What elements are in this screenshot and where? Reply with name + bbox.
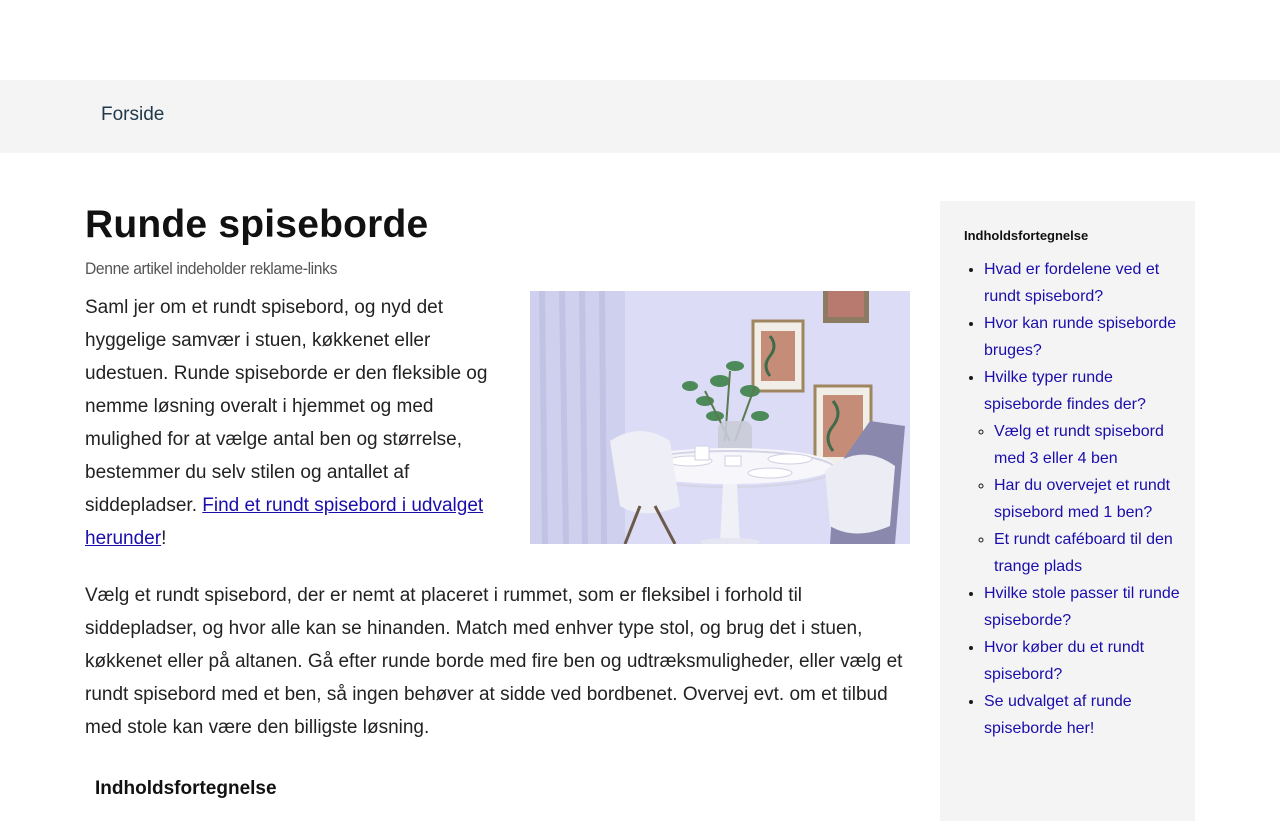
dining-table-image [530,291,910,544]
toc-link-cafebord[interactable]: Et rundt caféboard til den trange plads [994,531,1173,575]
toc-link-koeb[interactable]: Hvor køber du et rundt spisebord? [984,639,1144,683]
nav-item-forside[interactable]: Forside [101,104,164,126]
toc-subitem: Har du overvejet et rundt spisebord med … [994,472,1184,526]
toc-subitem: Et rundt caféboard til den trange plads [994,526,1184,580]
toc-item: Hvilke stole passer til runde spiseborde… [984,580,1184,634]
page-title: Runde spiseborde [85,203,429,246]
main-navigation: Forside [0,80,1280,153]
sidebar-toc: Indholdsfortegnelse Hvad er fordelene ve… [940,201,1195,821]
dining-table-illustration [530,291,910,544]
intro-text: Saml jer om et rundt spisebord, og nyd d… [85,297,488,516]
toc-item: Hvilke typer runde spiseborde findes der… [984,364,1184,580]
intro-suffix: ! [161,528,167,549]
toc-subitem: Vælg et rundt spisebord med 3 eller 4 be… [994,418,1184,472]
intro-paragraph: Saml jer om et rundt spisebord, og nyd d… [85,291,510,555]
ad-disclaimer: Denne artikel indeholder reklame-links [85,259,338,278]
toc-item: Hvor kan runde spiseborde bruges? [984,310,1184,364]
toc-link-fordele[interactable]: Hvad er fordelene ved et rundt spisebord… [984,261,1159,305]
toc-sublist: Vælg et rundt spisebord med 3 eller 4 be… [984,418,1184,580]
toc-link-stole[interactable]: Hvilke stole passer til runde spiseborde… [984,585,1180,629]
toc-item: Hvor køber du et rundt spisebord? [984,634,1184,688]
sidebar-title: Indholdsfortegnelse [964,228,1089,243]
toc-item: Hvad er fordelene ved et rundt spisebord… [984,256,1184,310]
article-content: Runde spiseborde Denne artikel indeholde… [85,201,910,744]
toc-link-udvalg[interactable]: Se udvalget af runde spiseborde her! [984,693,1132,737]
toc-item: Se udvalget af runde spiseborde her! [984,688,1184,742]
intro-section: Saml jer om et rundt spisebord, og nyd d… [85,291,910,556]
toc-link-1-ben[interactable]: Har du overvejet et rundt spisebord med … [994,477,1170,521]
toc-link-brug[interactable]: Hvor kan runde spiseborde bruges? [984,315,1176,359]
toc-link-typer[interactable]: Hvilke typer runde spiseborde findes der… [984,369,1146,413]
toc-link-3-4-ben[interactable]: Vælg et rundt spisebord med 3 eller 4 be… [994,423,1164,467]
paragraph-2: Vælg et rundt spisebord, der er nemt at … [85,585,903,738]
toc-list: Hvad er fordelene ved et rundt spisebord… [964,256,1184,742]
toc-heading: Indholdsfortegnelse [95,778,277,799]
